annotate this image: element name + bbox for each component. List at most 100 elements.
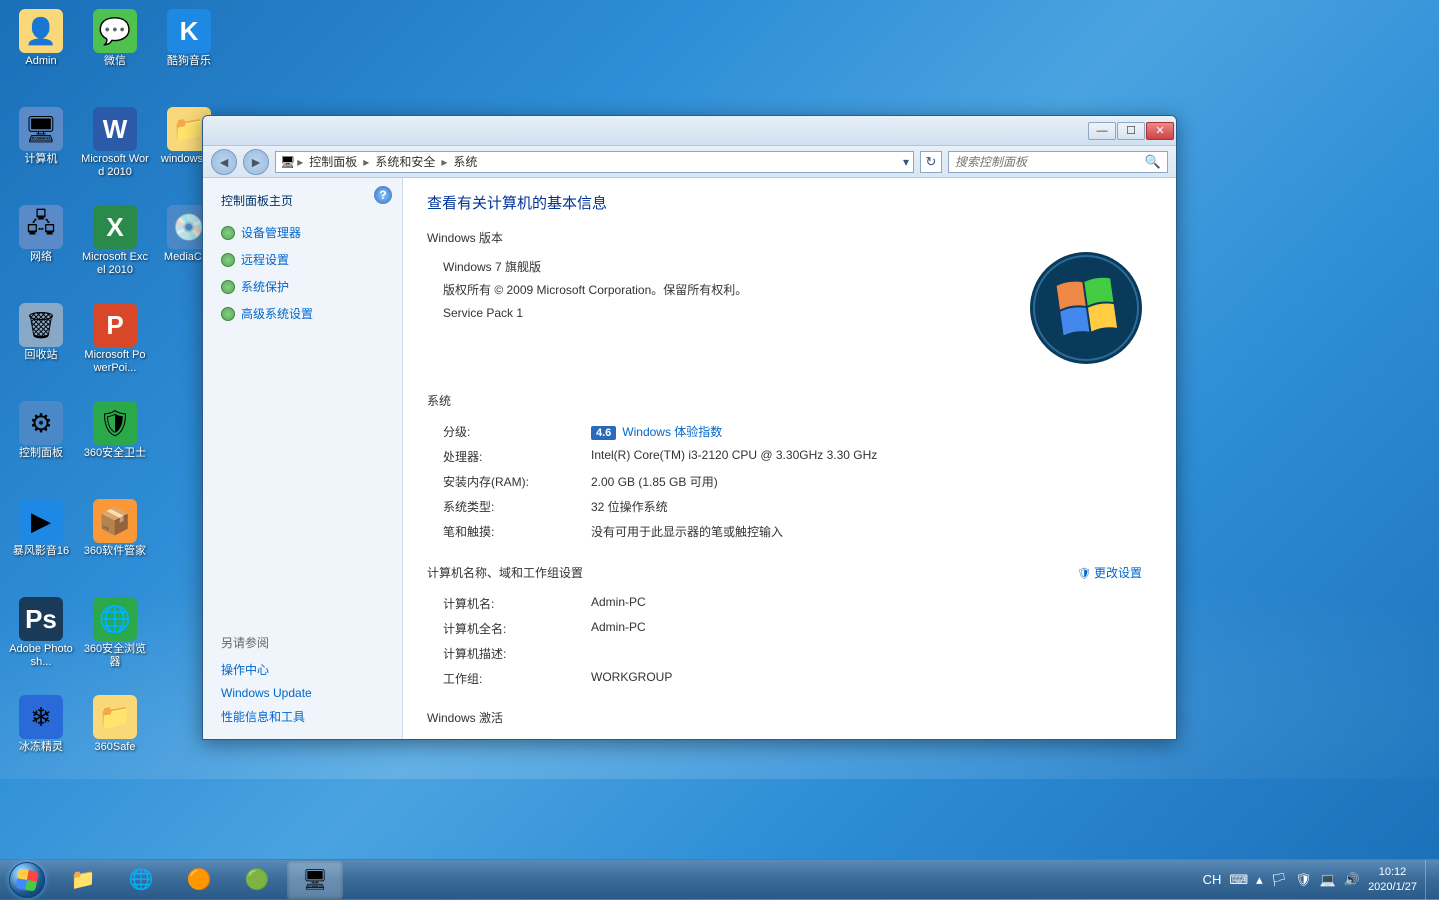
tray-shield-icon[interactable]: 🛡	[1295, 872, 1312, 888]
desktop-icon[interactable]: 🖧 网络	[5, 201, 77, 295]
clock[interactable]: 10:12 2020/1/27	[1368, 865, 1417, 894]
see-also-action-center[interactable]: 操作中心	[221, 661, 402, 678]
forward-button[interactable]: ►	[243, 149, 269, 175]
desktop-icon-label: 暴风影音16	[13, 545, 69, 558]
breadcrumb[interactable]: 系统和安全	[371, 153, 439, 170]
desktop-icon[interactable]: ⚙控制面板	[5, 397, 77, 491]
app-icon: 📦	[93, 499, 137, 543]
app-icon: ❄	[19, 695, 63, 739]
app-icon: 🌐	[93, 597, 137, 641]
cfull-value: Admin-PC	[591, 620, 1152, 637]
tray-up-icon[interactable]: ▴	[1256, 872, 1263, 888]
desktop-icon[interactable]: K酷狗音乐	[153, 5, 225, 99]
see-also-windows-update[interactable]: Windows Update	[221, 686, 402, 700]
desktop-icon-label: 计算机	[25, 153, 58, 166]
breadcrumb[interactable]: 系统	[449, 153, 481, 170]
desktop-icon-label: 360Safe	[95, 741, 136, 754]
cfull-label: 计算机全名:	[443, 620, 591, 637]
app-icon: X	[93, 205, 137, 249]
shield-icon	[221, 307, 235, 321]
address-bar[interactable]: 🖥 ▸ 控制面板 ▸ 系统和安全 ▸ 系统 ▾	[275, 151, 914, 173]
wg-value: WORKGROUP	[591, 670, 1152, 687]
desktop-icon[interactable]: ▶暴风影音16	[5, 495, 77, 589]
desktop-icon[interactable]: 📦 360软件管家	[79, 495, 151, 589]
close-button[interactable]: ✕	[1146, 122, 1174, 140]
app-icon: W	[93, 107, 137, 151]
desktop-icon[interactable]: XMicrosoft Excel 2010	[79, 201, 151, 295]
show-desktop-button[interactable]	[1425, 860, 1439, 900]
maximize-button[interactable]: ☐	[1117, 122, 1145, 140]
titlebar[interactable]: — ☐ ✕	[203, 116, 1176, 146]
desktop-icon[interactable]: 🖥 计算机	[5, 103, 77, 197]
windows-logo	[1026, 248, 1146, 368]
desktop-icon[interactable]: 🛡360安全卫士	[79, 397, 151, 491]
desktop-icon[interactable]: 📁360Safe	[79, 691, 151, 785]
desktop-icon[interactable]: WMicrosoft Word 2010	[79, 103, 151, 197]
app-icon: P	[93, 303, 137, 347]
desktop-icon-label: 酷狗音乐	[167, 55, 211, 68]
app-icon: 🖧	[19, 205, 63, 249]
page-title: 查看有关计算机的基本信息	[427, 192, 1152, 213]
search-input[interactable]	[955, 155, 1145, 169]
cpu-value: Intel(R) Core(TM) i3-2120 CPU @ 3.30GHz …	[591, 448, 1152, 465]
cname-label: 计算机名:	[443, 595, 591, 612]
minimize-button[interactable]: —	[1088, 122, 1116, 140]
desktop-icon-label: Admin	[25, 55, 56, 68]
windows-orb-icon	[9, 862, 45, 898]
desktop-icon[interactable]: 👤Admin	[5, 5, 77, 99]
type-label: 系统类型:	[443, 498, 591, 515]
nav-row: ◄ ► 🖥 ▸ 控制面板 ▸ 系统和安全 ▸ 系统 ▾ ↻ 🔍	[203, 146, 1176, 178]
desktop-icon-label: Adobe Photosh...	[7, 643, 75, 669]
sidebar-item-advanced[interactable]: 高级系统设置	[221, 305, 402, 322]
wei-link[interactable]: Windows 体验指数	[622, 425, 722, 439]
desktop-icon-label: Microsoft Excel 2010	[81, 251, 149, 277]
sidebar-item-protection[interactable]: 系统保护	[221, 278, 402, 295]
activation-heading: Windows 激活	[427, 709, 1152, 726]
ram-label: 安装内存(RAM):	[443, 473, 591, 490]
desktop-icon-label: 冰冻精灵	[19, 741, 63, 754]
content: 查看有关计算机的基本信息 Windows 版本 Windows 7 旗舰版 版权…	[403, 178, 1176, 739]
taskbar-wmp[interactable]: 🟠	[171, 861, 227, 899]
system-heading: 系统	[427, 392, 1152, 409]
taskbar-explorer[interactable]: 📁	[55, 861, 111, 899]
ime-indicator[interactable]: CH	[1203, 872, 1222, 887]
sidebar-item-remote[interactable]: 远程设置	[221, 251, 402, 268]
desktop-icon[interactable]: PsAdobe Photosh...	[5, 593, 77, 687]
desktop-icon[interactable]: PMicrosoft PowerPoi...	[79, 299, 151, 393]
edition-heading: Windows 版本	[427, 229, 1152, 246]
search-box[interactable]: 🔍	[948, 151, 1168, 173]
desktop-icon-label: Microsoft Word 2010	[81, 153, 149, 179]
shield-icon	[221, 253, 235, 267]
desktop-icon[interactable]: ❄ 冰冻精灵	[5, 691, 77, 785]
breadcrumb[interactable]: 控制面板	[305, 153, 361, 170]
name-heading: 计算机名称、域和工作组设置更改设置	[427, 564, 1152, 581]
desktop-icon-label: 网络	[30, 251, 52, 264]
back-button[interactable]: ◄	[211, 149, 237, 175]
taskbar-360[interactable]: 🟢	[229, 861, 285, 899]
pen-value: 没有可用于此显示器的笔或触控输入	[591, 523, 1152, 540]
tray-flag-icon[interactable]: 🏳	[1271, 872, 1288, 888]
tray-network-icon[interactable]: 💻	[1320, 872, 1336, 888]
start-button[interactable]	[0, 860, 54, 900]
app-icon: 🖥	[19, 107, 63, 151]
sidebar-item-device-manager[interactable]: 设备管理器	[221, 224, 402, 241]
date-text: 2020/1/27	[1368, 880, 1417, 894]
change-settings-link[interactable]: 更改设置	[1077, 564, 1142, 581]
desktop-icon-label: 360软件管家	[84, 545, 146, 558]
see-also-performance[interactable]: 性能信息和工具	[221, 708, 402, 725]
refresh-button[interactable]: ↻	[920, 151, 942, 173]
taskbar-system-window[interactable]: 🖥	[287, 861, 343, 899]
desktop-icon[interactable]: 🌐360安全浏览器	[79, 593, 151, 687]
addr-dropdown-icon[interactable]: ▾	[903, 155, 909, 169]
desktop-icon[interactable]: 🗑回收站	[5, 299, 77, 393]
help-icon[interactable]: ?	[374, 186, 392, 204]
cdesc-label: 计算机描述:	[443, 645, 591, 662]
sidebar: ? 控制面板主页 设备管理器 远程设置 系统保护 高级系统设置 另请参阅 操作中…	[203, 178, 403, 739]
taskbar-ie[interactable]: 🌐	[113, 861, 169, 899]
cname-value: Admin-PC	[591, 595, 1152, 612]
search-icon[interactable]: 🔍	[1145, 154, 1161, 170]
tray-volume-icon[interactable]: 🔊	[1344, 872, 1360, 888]
shield-icon	[221, 280, 235, 294]
tray-keyboard-icon[interactable]: ⌨	[1229, 872, 1248, 888]
desktop-icon[interactable]: 💬微信	[79, 5, 151, 99]
